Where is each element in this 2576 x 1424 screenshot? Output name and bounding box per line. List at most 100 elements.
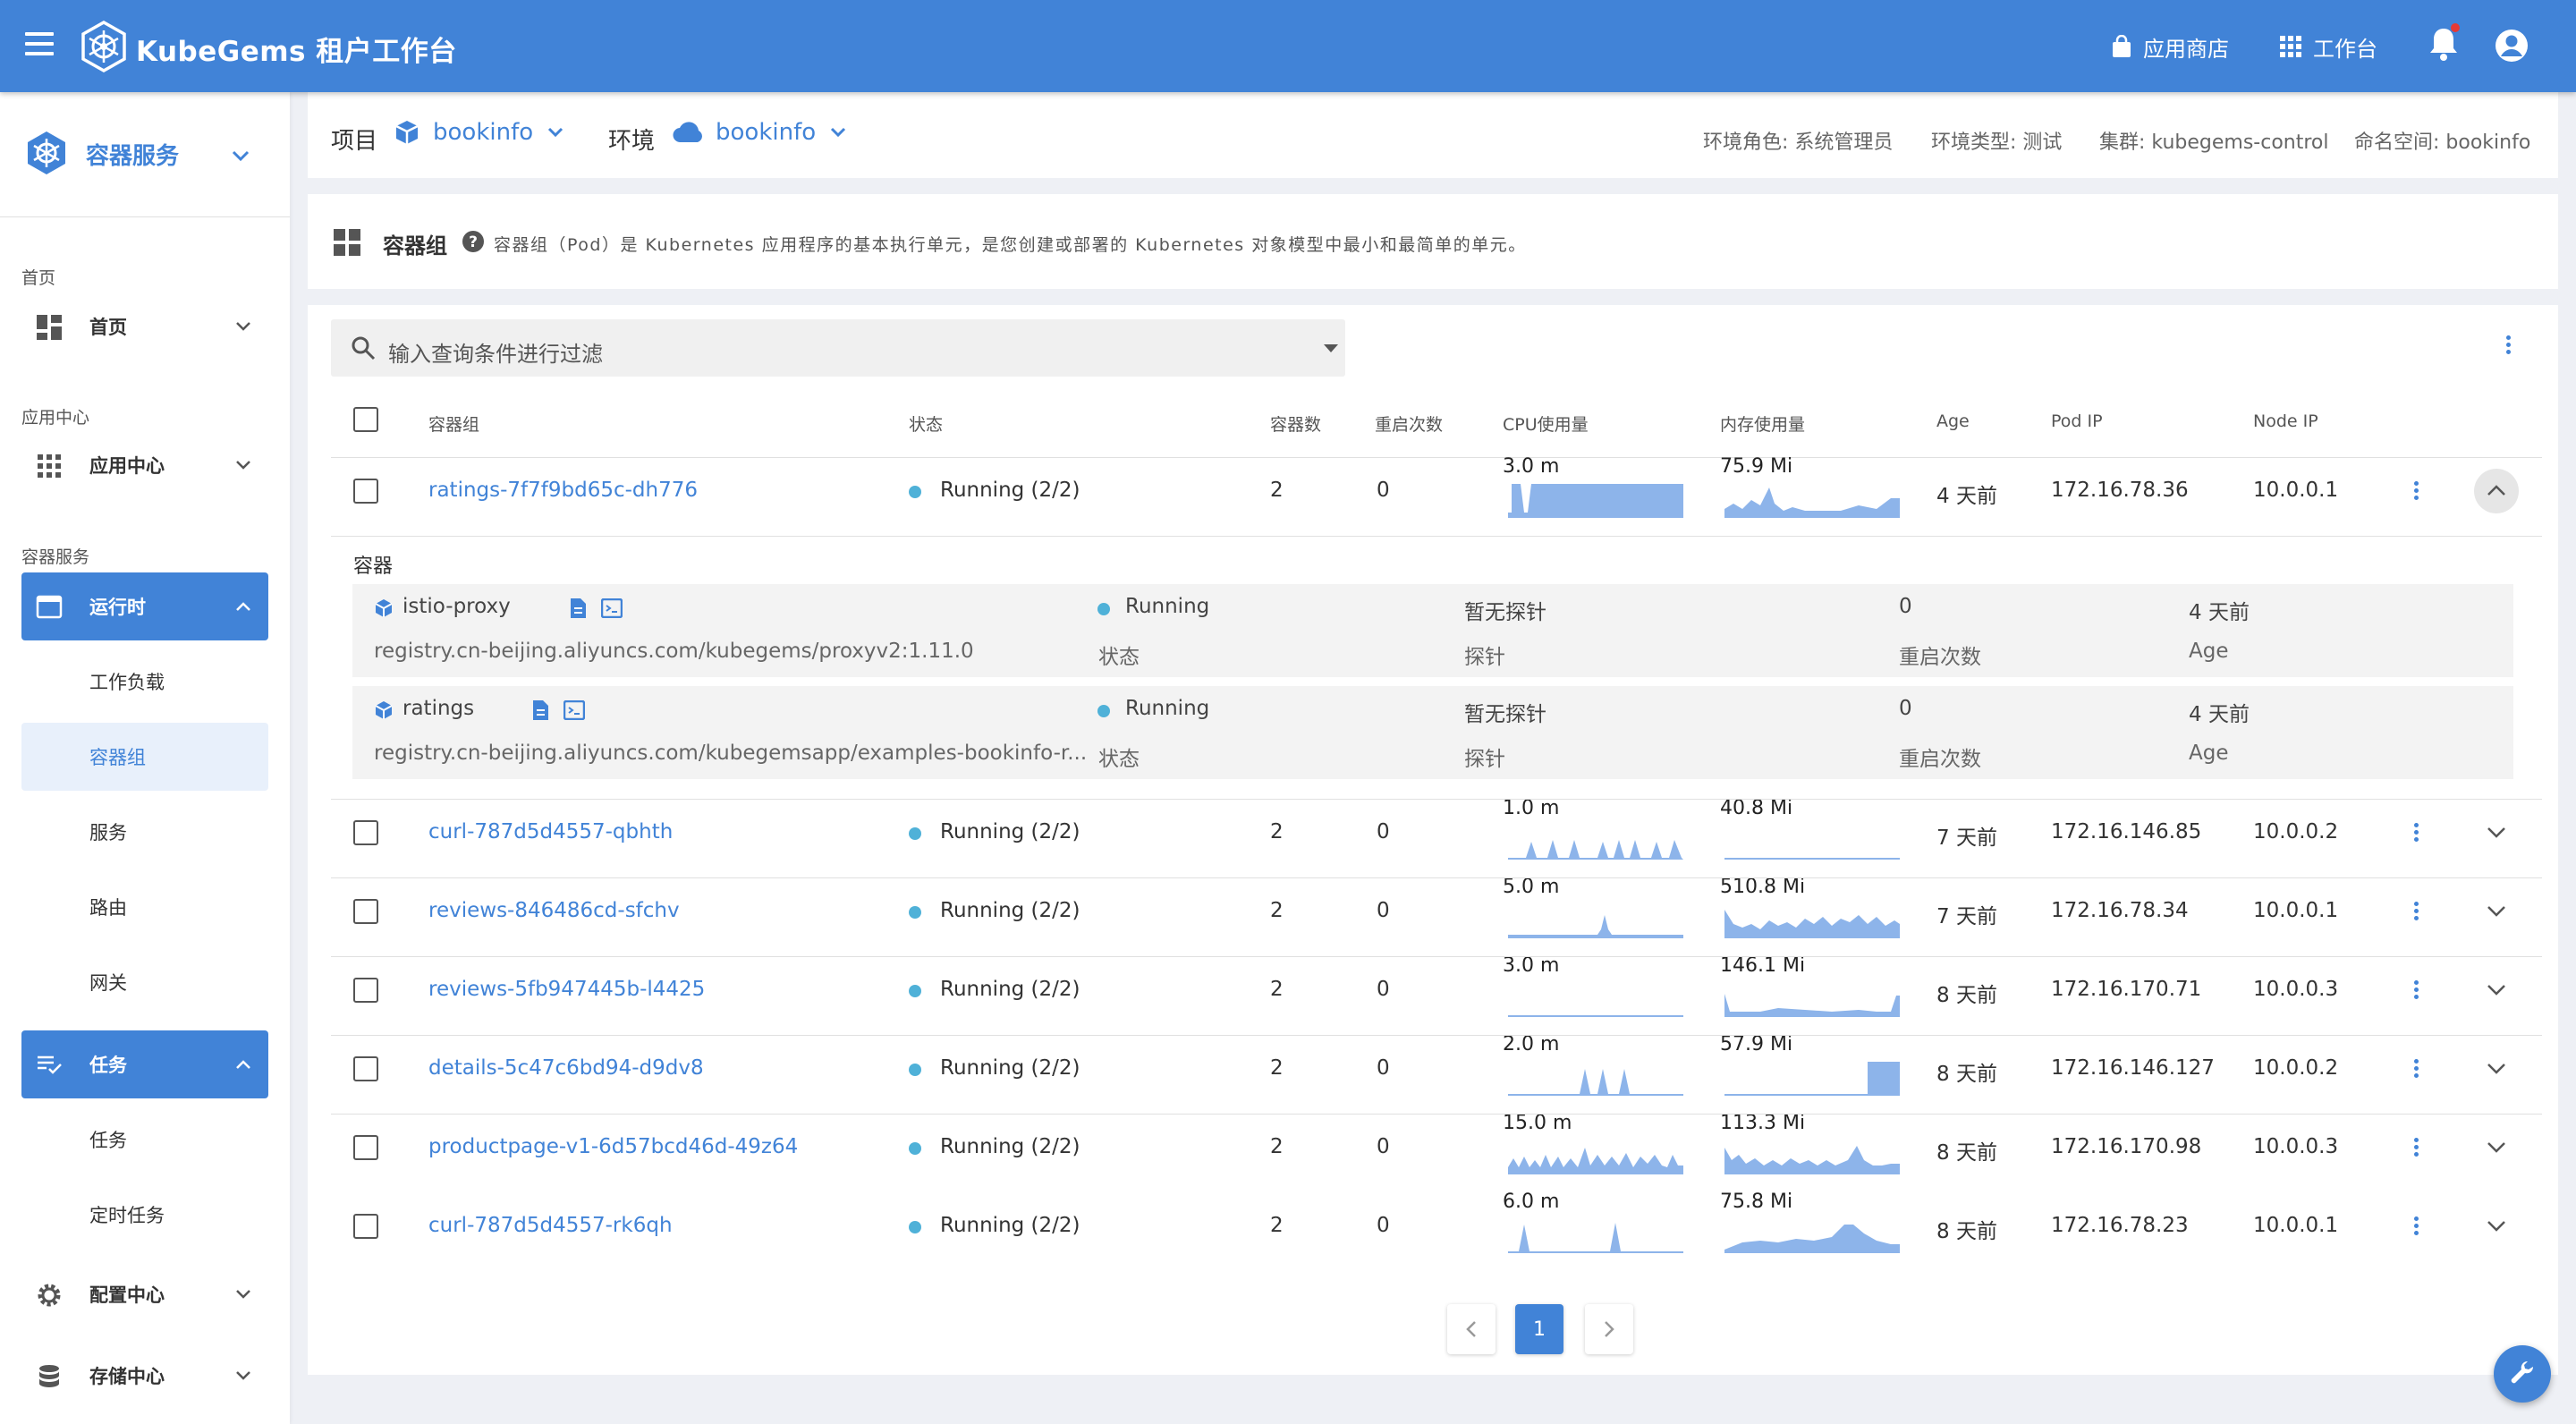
sidebar-item-runtime[interactable]: 运行时 bbox=[21, 572, 268, 640]
row-checkbox[interactable] bbox=[353, 1056, 378, 1081]
apps-grid-icon bbox=[2280, 36, 2301, 57]
cpu-usage-value: 3.0 m bbox=[1503, 455, 1560, 478]
divider bbox=[331, 799, 2542, 800]
sidebar-item-task[interactable]: 任务 bbox=[21, 1106, 268, 1174]
sidebar-item-label: 任务 bbox=[89, 1055, 127, 1076]
status-dot bbox=[909, 1064, 921, 1076]
sidebar-item-tasks[interactable]: 任务 bbox=[21, 1030, 268, 1098]
row-more-icon[interactable] bbox=[2414, 1216, 2419, 1236]
container-count: 2 bbox=[1270, 479, 1284, 502]
divider bbox=[331, 956, 2542, 957]
workbench-button[interactable]: 工作台 bbox=[2279, 29, 2377, 64]
pod-age: 8 天前 bbox=[1936, 1063, 1997, 1086]
row-more-icon[interactable] bbox=[2414, 980, 2419, 1000]
app-title: KubeGems 租户工作台 bbox=[136, 36, 457, 68]
section-app: 应用中心 bbox=[21, 408, 90, 428]
restarts-label: 重启次数 bbox=[1899, 646, 1981, 669]
sidebar-item-workload[interactable]: 工作负载 bbox=[21, 648, 268, 716]
restart-count: 0 bbox=[1377, 899, 1390, 922]
row-checkbox[interactable] bbox=[353, 978, 378, 1003]
sidebar-item-home[interactable]: 首页 bbox=[21, 292, 268, 360]
next-page-button[interactable] bbox=[1585, 1304, 1633, 1354]
chevron-down-icon[interactable] bbox=[2485, 821, 2508, 844]
chevron-down-icon[interactable] bbox=[2485, 1057, 2508, 1081]
cpu-usage-value: 5.0 m bbox=[1503, 876, 1560, 898]
col-header-status: 状态 bbox=[909, 415, 944, 435]
pod-name-link[interactable]: curl-787d5d4557-qbhth bbox=[428, 820, 673, 843]
log-file-icon[interactable] bbox=[569, 598, 587, 619]
container-age: 4 天前 bbox=[2189, 601, 2250, 624]
container-restarts: 0 bbox=[1899, 595, 1912, 618]
help-circle-icon[interactable]: ? bbox=[462, 230, 485, 253]
sidebar-item-route[interactable]: 路由 bbox=[21, 873, 268, 941]
sidebar-item-label: 服务 bbox=[89, 822, 127, 843]
sidebar-service-switcher[interactable]: 容器服务 bbox=[0, 92, 290, 217]
chevron-down-icon[interactable] bbox=[2485, 979, 2508, 1002]
select-all-checkbox[interactable] bbox=[353, 407, 378, 432]
row-more-icon[interactable] bbox=[2414, 902, 2419, 921]
pod-status: Running (2/2) bbox=[940, 1214, 1080, 1237]
row-more-icon[interactable] bbox=[2414, 823, 2419, 843]
row-more-icon[interactable] bbox=[2414, 481, 2419, 501]
pod-status: Running (2/2) bbox=[940, 899, 1080, 922]
terminal-icon[interactable] bbox=[601, 598, 623, 618]
cube-icon bbox=[395, 121, 419, 144]
search-icon bbox=[352, 336, 376, 360]
row-checkbox[interactable] bbox=[353, 1214, 378, 1239]
chevron-down-icon[interactable] bbox=[2485, 1215, 2508, 1238]
search-filter-input[interactable]: 输入查询条件进行过滤 bbox=[331, 319, 1345, 377]
row-checkbox[interactable] bbox=[353, 899, 378, 924]
pod-name-link[interactable]: curl-787d5d4557-rk6qh bbox=[428, 1214, 673, 1237]
more-vert-icon[interactable] bbox=[2506, 335, 2512, 355]
pod-status: Running (2/2) bbox=[940, 1056, 1080, 1080]
pod-age: 4 天前 bbox=[1936, 485, 1997, 508]
account-circle-icon[interactable] bbox=[2494, 28, 2529, 64]
sidebar-item-pods[interactable]: 容器组 bbox=[21, 723, 268, 791]
row-checkbox[interactable] bbox=[353, 1135, 378, 1160]
collapse-row-button[interactable] bbox=[2474, 469, 2519, 513]
sidebar-item-gateway[interactable]: 网关 bbox=[21, 948, 268, 1016]
memory-sparkline bbox=[1724, 477, 1900, 518]
chevron-down-icon[interactable] bbox=[2485, 1136, 2508, 1159]
sidebar-item-app-center[interactable]: 应用中心 bbox=[21, 431, 268, 499]
node-ip: 10.0.0.1 bbox=[2253, 479, 2339, 502]
menu-icon[interactable] bbox=[25, 32, 54, 59]
pod-name-link[interactable]: details-5c47c6bd94-d9dv8 bbox=[428, 1056, 704, 1080]
project-selector[interactable]: bookinfo bbox=[394, 119, 564, 146]
sidebar: 容器服务 首页 首页 应用中心 应用中心 容器服务 运行时 工作负载 容器组 服… bbox=[0, 92, 290, 1424]
row-checkbox[interactable] bbox=[353, 479, 378, 504]
sidebar-item-config-center[interactable]: 配置中心 bbox=[21, 1260, 268, 1328]
workbench-label: 工作台 bbox=[2313, 36, 2377, 62]
pod-name-link[interactable]: productpage-v1-6d57bcd46d-49z64 bbox=[428, 1135, 798, 1158]
pod-age: 7 天前 bbox=[1936, 905, 1997, 928]
container-probe: 暂无探针 bbox=[1464, 703, 1546, 726]
tools-fab-button[interactable] bbox=[2494, 1345, 2551, 1403]
window-icon bbox=[36, 595, 63, 619]
row-more-icon[interactable] bbox=[2414, 1059, 2419, 1079]
sidebar-item-storage-center[interactable]: 存储中心 bbox=[21, 1342, 268, 1410]
pod-name-link[interactable]: ratings-7f7f9bd65c-dh776 bbox=[428, 479, 698, 502]
row-checkbox[interactable] bbox=[353, 820, 378, 845]
environment-label: 环境 bbox=[608, 128, 656, 155]
terminal-icon[interactable] bbox=[564, 700, 585, 720]
cpu-usage-value: 2.0 m bbox=[1503, 1033, 1560, 1055]
dropdown-arrow-icon[interactable] bbox=[1324, 344, 1338, 353]
memory-sparkline bbox=[1724, 1212, 1900, 1253]
node-ip: 10.0.0.3 bbox=[2253, 978, 2339, 1001]
container-restarts: 0 bbox=[1899, 697, 1912, 720]
row-more-icon[interactable] bbox=[2414, 1138, 2419, 1157]
divider bbox=[331, 1114, 2542, 1115]
age-label: Age bbox=[2189, 742, 2229, 765]
app-store-button[interactable]: 应用商店 bbox=[2111, 29, 2229, 64]
log-file-icon[interactable] bbox=[531, 699, 549, 721]
chevron-down-icon[interactable] bbox=[2485, 900, 2508, 923]
sidebar-item-service[interactable]: 服务 bbox=[21, 798, 268, 866]
sidebar-item-cronjob[interactable]: 定时任务 bbox=[21, 1181, 268, 1249]
page-button-1[interactable]: 1 bbox=[1515, 1304, 1563, 1354]
pod-name-link[interactable]: reviews-846486cd-sfchv bbox=[428, 899, 680, 922]
pod-name-link[interactable]: reviews-5fb947445b-l4425 bbox=[428, 978, 705, 1001]
col-header-age: Age bbox=[1936, 411, 1970, 431]
environment-selector[interactable]: bookinfo bbox=[673, 119, 846, 146]
notification-bell-icon[interactable] bbox=[2426, 23, 2462, 63]
prev-page-button[interactable] bbox=[1447, 1304, 1496, 1354]
